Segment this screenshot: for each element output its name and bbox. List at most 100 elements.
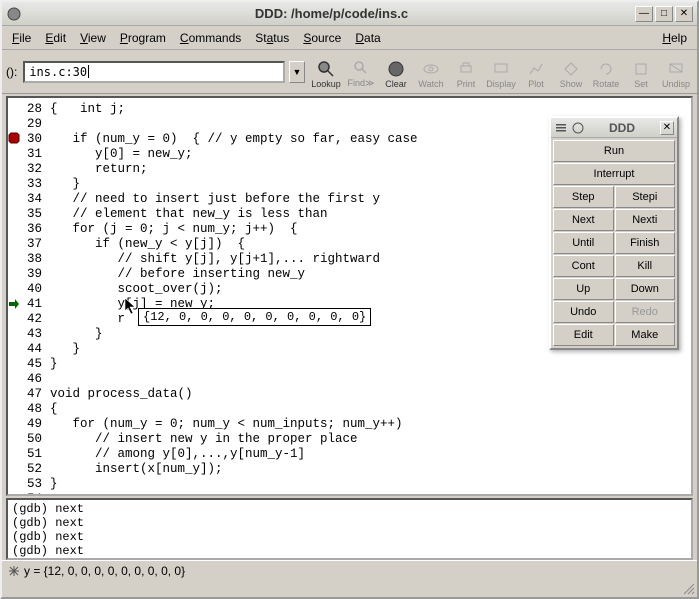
code-text: insert(x[num_y]); [50,462,689,477]
rotate-button[interactable]: Rotate [589,53,623,91]
line-number: 49 [10,417,50,432]
display-button[interactable]: Display [484,53,518,91]
next-button[interactable]: Next [553,209,614,231]
run-button[interactable]: Run [553,140,675,162]
line-number: 30 [10,132,50,147]
command-panel-title: DDD [584,121,660,135]
step-button[interactable]: Step [553,186,614,208]
code-text: { [50,402,689,417]
code-text: for (num_y = 0; num_y < num_inputs; num_… [50,417,689,432]
titlebar: DDD: /home/p/code/ins.c — □ ✕ [2,2,697,26]
source-line[interactable]: 53} [10,477,689,492]
status-lock-icon [8,565,20,577]
console-line: (gdb) next [12,530,687,544]
code-text: } [50,357,689,372]
status-text: y = {12, 0, 0, 0, 0, 0, 0, 0, 0, 0} [24,564,185,578]
cont-button[interactable]: Cont [553,255,614,277]
menu-edit[interactable]: Edit [39,28,72,48]
find-button[interactable]: Find≫ [344,53,378,91]
menu-program[interactable]: Program [114,28,172,48]
close-button[interactable]: ✕ [675,6,693,22]
panel-menu-icon[interactable] [554,121,568,135]
console-line: (gdb) next [12,502,687,516]
menu-file[interactable]: File [6,28,37,48]
line-number: 39 [10,267,50,282]
location-input[interactable]: ins.c:30 [23,61,285,83]
line-number: 34 [10,192,50,207]
window-title: DDD: /home/p/code/ins.c [28,6,635,21]
redo-button[interactable]: Redo [615,301,676,323]
line-number: 50 [10,432,50,447]
line-number: 48 [10,402,50,417]
line-number: 28 [10,102,50,117]
resize-grip[interactable] [681,581,695,595]
line-number: 54 [10,492,50,496]
line-number: 32 [10,162,50,177]
down-button[interactable]: Down [615,278,676,300]
print-button[interactable]: Print [449,53,483,91]
source-line[interactable]: 51 // among y[0],...,y[num_y-1] [10,447,689,462]
menu-commands[interactable]: Commands [174,28,247,48]
location-dropdown[interactable]: ▼ [289,61,305,83]
source-line[interactable]: 48{ [10,402,689,417]
source-line[interactable]: 28{ int j; [10,102,689,117]
line-number: 35 [10,207,50,222]
gdb-console[interactable]: (gdb) next (gdb) next (gdb) next (gdb) n… [6,498,693,560]
mouse-cursor-icon [124,297,138,315]
stepi-button[interactable]: Stepi [615,186,676,208]
command-panel-close[interactable]: ✕ [660,121,674,135]
location-label: (): [6,65,17,79]
lookup-button[interactable]: Lookup [309,53,343,91]
kill-button[interactable]: Kill [615,255,676,277]
make-button[interactable]: Make [615,324,676,346]
code-text: // among y[0],...,y[num_y-1] [50,447,689,462]
clear-button[interactable]: Clear [379,53,413,91]
interrupt-button[interactable]: Interrupt [553,163,675,185]
undo-button[interactable]: Undo [553,301,614,323]
source-line[interactable]: 47void process_data() [10,387,689,402]
code-text: { int j; [50,102,689,117]
source-line[interactable]: 46 [10,372,689,387]
menu-view[interactable]: View [74,28,112,48]
source-line[interactable]: 52 insert(x[num_y]); [10,462,689,477]
menu-source[interactable]: Source [297,28,347,48]
show-button[interactable]: Show [554,53,588,91]
undisp-button[interactable]: Undisp [659,53,693,91]
menubar: File Edit View Program Commands Status S… [2,26,697,50]
plot-button[interactable]: Plot [519,53,553,91]
toolbar: (): ins.c:30 ▼ Lookup Find≫ Clear Watch … [2,50,697,94]
nexti-button[interactable]: Nexti [615,209,676,231]
source-line[interactable]: 54 [10,492,689,496]
finish-button[interactable]: Finish [615,232,676,254]
console-line: (gdb) next [12,516,687,530]
command-panel[interactable]: DDD ✕ Run Interrupt StepStepi NextNexti … [549,116,679,350]
menu-help[interactable]: Help [656,28,693,48]
statusbar: y = {12, 0, 0, 0, 0, 0, 0, 0, 0, 0} [2,560,697,580]
line-number: 53 [10,477,50,492]
menu-data[interactable]: Data [349,28,386,48]
line-number: 51 [10,447,50,462]
watch-button[interactable]: Watch [414,53,448,91]
until-button[interactable]: Until [553,232,614,254]
code-text: } [50,477,689,492]
source-line[interactable]: 49 for (num_y = 0; num_y < num_inputs; n… [10,417,689,432]
set-button[interactable]: Set [624,53,658,91]
console-line: (gdb) next [12,544,687,558]
edit-button[interactable]: Edit [553,324,614,346]
code-text: // insert new y in the proper place [50,432,689,447]
breakpoint-icon[interactable] [8,132,20,144]
source-line[interactable]: 45} [10,357,689,372]
line-number: 44 [10,342,50,357]
code-text: void process_data() [50,387,689,402]
line-number: 41 [10,297,50,312]
minimize-button[interactable]: — [635,6,653,22]
up-button[interactable]: Up [553,278,614,300]
command-panel-titlebar[interactable]: DDD ✕ [551,118,677,138]
line-number: 46 [10,372,50,387]
line-number: 29 [10,117,50,132]
source-line[interactable]: 50 // insert new y in the proper place [10,432,689,447]
line-number: 37 [10,237,50,252]
maximize-button[interactable]: □ [655,6,673,22]
code-text [50,492,689,496]
menu-status[interactable]: Status [249,28,295,48]
